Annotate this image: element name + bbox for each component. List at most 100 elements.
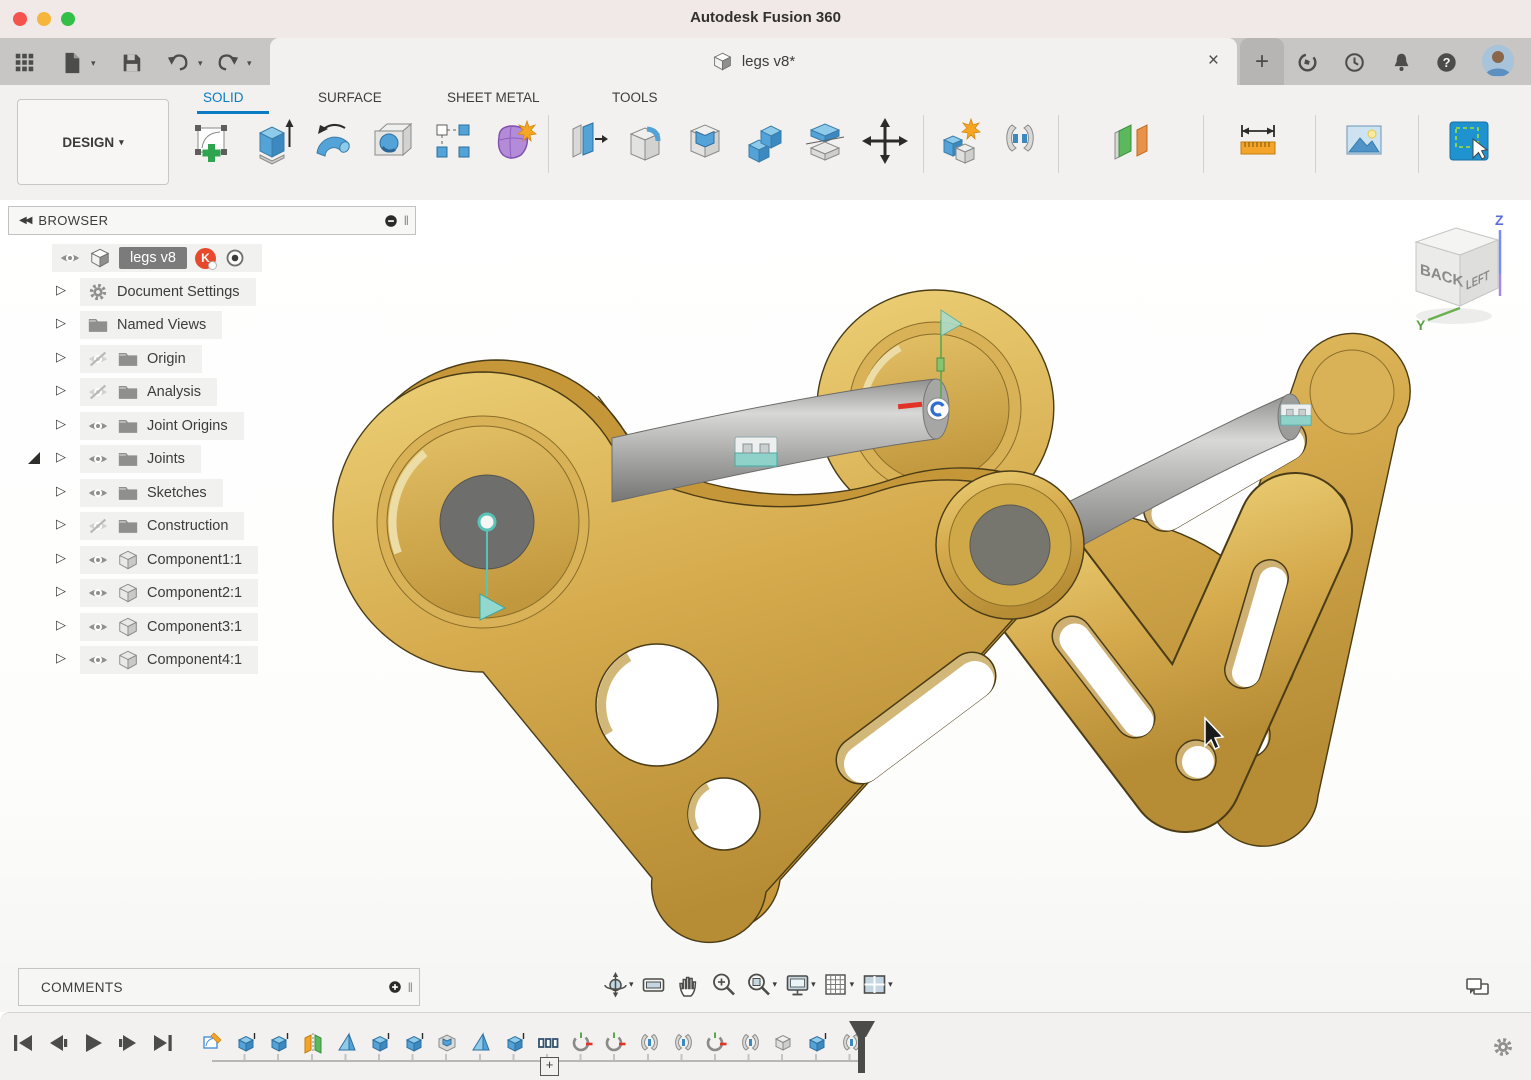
expand-arrow[interactable]: ▷: [56, 617, 66, 633]
move-copy-button[interactable]: [859, 115, 911, 167]
browser-root-row[interactable]: legs v8 K: [52, 244, 262, 272]
panel-grip[interactable]: ‖: [404, 213, 409, 228]
expand-arrow[interactable]: ▷: [56, 416, 66, 432]
visibility-eye-icon[interactable]: [87, 482, 109, 504]
undo-caret-icon[interactable]: ▾: [198, 58, 203, 69]
add-comment-icon[interactable]: [387, 979, 403, 995]
expand-arrow[interactable]: ▷: [56, 315, 66, 331]
orbit-button[interactable]: [598, 966, 632, 1002]
root-document-label[interactable]: legs v8: [119, 247, 187, 269]
insert-image-button[interactable]: [1338, 115, 1390, 167]
visibility-eye-icon[interactable]: [87, 582, 109, 604]
expand-arrow[interactable]: ▷: [56, 516, 66, 532]
extrude-button[interactable]: [247, 115, 299, 167]
job-status-icon[interactable]: [1292, 47, 1322, 77]
new-file-button[interactable]: [56, 47, 86, 77]
tab-solid[interactable]: SOLID: [203, 90, 244, 110]
timeline-feature-shell-icon[interactable]: [431, 1029, 465, 1055]
tab-surface[interactable]: SURFACE: [318, 90, 382, 110]
create-form-button[interactable]: [487, 115, 539, 167]
help-icon[interactable]: [1431, 47, 1461, 77]
fit-caret-icon[interactable]: ▾: [773, 979, 778, 990]
panel-grip[interactable]: ‖: [408, 980, 413, 995]
keep-badge[interactable]: K: [195, 248, 216, 269]
tree-row-document-settings[interactable]: Document Settings: [80, 278, 256, 306]
tree-row-named-views[interactable]: Named Views: [80, 311, 222, 339]
step-forward-button[interactable]: [115, 1030, 141, 1056]
visibility-eye-icon[interactable]: [59, 247, 81, 269]
close-tab-button[interactable]: ×: [1208, 51, 1219, 71]
timeline-feature-pattern-icon[interactable]: [532, 1029, 566, 1055]
new-file-caret-icon[interactable]: ▾: [91, 58, 96, 69]
expand-arrow[interactable]: ▷: [56, 583, 66, 599]
tree-row-component2[interactable]: Component2:1: [80, 579, 258, 607]
viewports-caret-icon[interactable]: ▾: [888, 979, 893, 990]
undo-button[interactable]: [163, 47, 193, 77]
timeline-feature-extrude-icon[interactable]: [498, 1029, 532, 1055]
timeline-feature-draft-icon[interactable]: [330, 1029, 364, 1055]
notifications-bell-icon[interactable]: [1386, 47, 1416, 77]
timeline-feature-revolute-joint-icon[interactable]: [700, 1029, 734, 1055]
shell-button[interactable]: [679, 115, 731, 167]
fit-button[interactable]: [742, 966, 776, 1002]
joint-button[interactable]: [994, 115, 1046, 167]
measure-button[interactable]: [1232, 115, 1284, 167]
timeline-track[interactable]: [212, 1060, 860, 1062]
zoom-button[interactable]: [707, 966, 741, 1002]
display-settings-button[interactable]: [780, 966, 814, 1002]
tree-row-sketches[interactable]: Sketches: [80, 479, 223, 507]
split-body-button[interactable]: [799, 115, 851, 167]
visibility-eye-icon[interactable]: [87, 616, 109, 638]
timeline-feature-joint-icon[interactable]: [734, 1029, 768, 1055]
browser-panel-header[interactable]: ◀◀ BROWSER ‖: [8, 206, 416, 235]
3d-viewport[interactable]: BACK LEFT Z Y ◀◀ BROWSER ‖ legs v8 K: [0, 200, 1531, 1012]
tree-row-component1[interactable]: Component1:1: [80, 546, 258, 574]
remove-panel-icon[interactable]: [383, 213, 399, 229]
tree-row-joint-origins[interactable]: Joint Origins: [80, 412, 244, 440]
step-back-button[interactable]: [45, 1030, 71, 1056]
avatar[interactable]: [1482, 45, 1514, 77]
expand-arrow[interactable]: ▷: [56, 382, 66, 398]
viewports-button[interactable]: [857, 966, 891, 1002]
hub-hole[interactable]: [970, 505, 1050, 585]
expand-arrow[interactable]: ▷: [56, 349, 66, 365]
feedback-chat-icon[interactable]: [1464, 976, 1492, 1000]
expand-arrow[interactable]: ▷: [56, 449, 66, 465]
hole-button[interactable]: [367, 115, 419, 167]
look-at-button[interactable]: [637, 966, 671, 1002]
timeline-group-expander[interactable]: +: [540, 1057, 559, 1076]
save-button[interactable]: [116, 47, 146, 77]
timeline-feature-joint-icon[interactable]: [633, 1029, 667, 1055]
expand-arrow[interactable]: ▷: [56, 282, 66, 298]
timeline-feature-extrude-icon[interactable]: [263, 1029, 297, 1055]
activate-component-radio[interactable]: [224, 247, 246, 269]
expand-arrow[interactable]: ▷: [56, 483, 66, 499]
new-tab-button[interactable]: +: [1240, 38, 1284, 85]
timeline-feature-extrude-icon[interactable]: [398, 1029, 432, 1055]
design-menu-button[interactable]: DESIGN: [17, 99, 169, 185]
expand-arrow[interactable]: ▷: [56, 650, 66, 666]
joint-origin-marker[interactable]: [479, 514, 495, 530]
tree-row-component3[interactable]: Component3:1: [80, 613, 258, 641]
visibility-eye-off-icon[interactable]: [87, 348, 109, 370]
new-component-button[interactable]: [934, 115, 986, 167]
timeline-feature-extrude-icon[interactable]: [801, 1029, 835, 1055]
construction-plane-button[interactable]: [1105, 115, 1157, 167]
timeline-feature-sketch-icon[interactable]: [196, 1029, 230, 1055]
visibility-eye-off-icon[interactable]: [87, 381, 109, 403]
timeline-settings-gear-icon[interactable]: [1491, 1035, 1515, 1059]
timeline-feature-revolute-joint-icon[interactable]: [566, 1029, 600, 1055]
display-caret-icon[interactable]: ▾: [811, 979, 816, 990]
timeline-feature-revolute-joint-icon[interactable]: [599, 1029, 633, 1055]
go-to-start-button[interactable]: [10, 1030, 36, 1056]
viewcube[interactable]: BACK LEFT Z Y: [1396, 212, 1518, 334]
combine-button[interactable]: [739, 115, 791, 167]
rectangular-pattern-button[interactable]: [427, 115, 479, 167]
root-expand-arrow[interactable]: [28, 452, 40, 464]
comments-panel-header[interactable]: COMMENTS ‖: [18, 968, 420, 1006]
create-sketch-button[interactable]: [187, 115, 239, 167]
recent-clock-icon[interactable]: [1339, 47, 1369, 77]
app-grid-button[interactable]: [9, 47, 39, 77]
redo-button[interactable]: [212, 47, 242, 77]
pan-button[interactable]: [672, 966, 706, 1002]
